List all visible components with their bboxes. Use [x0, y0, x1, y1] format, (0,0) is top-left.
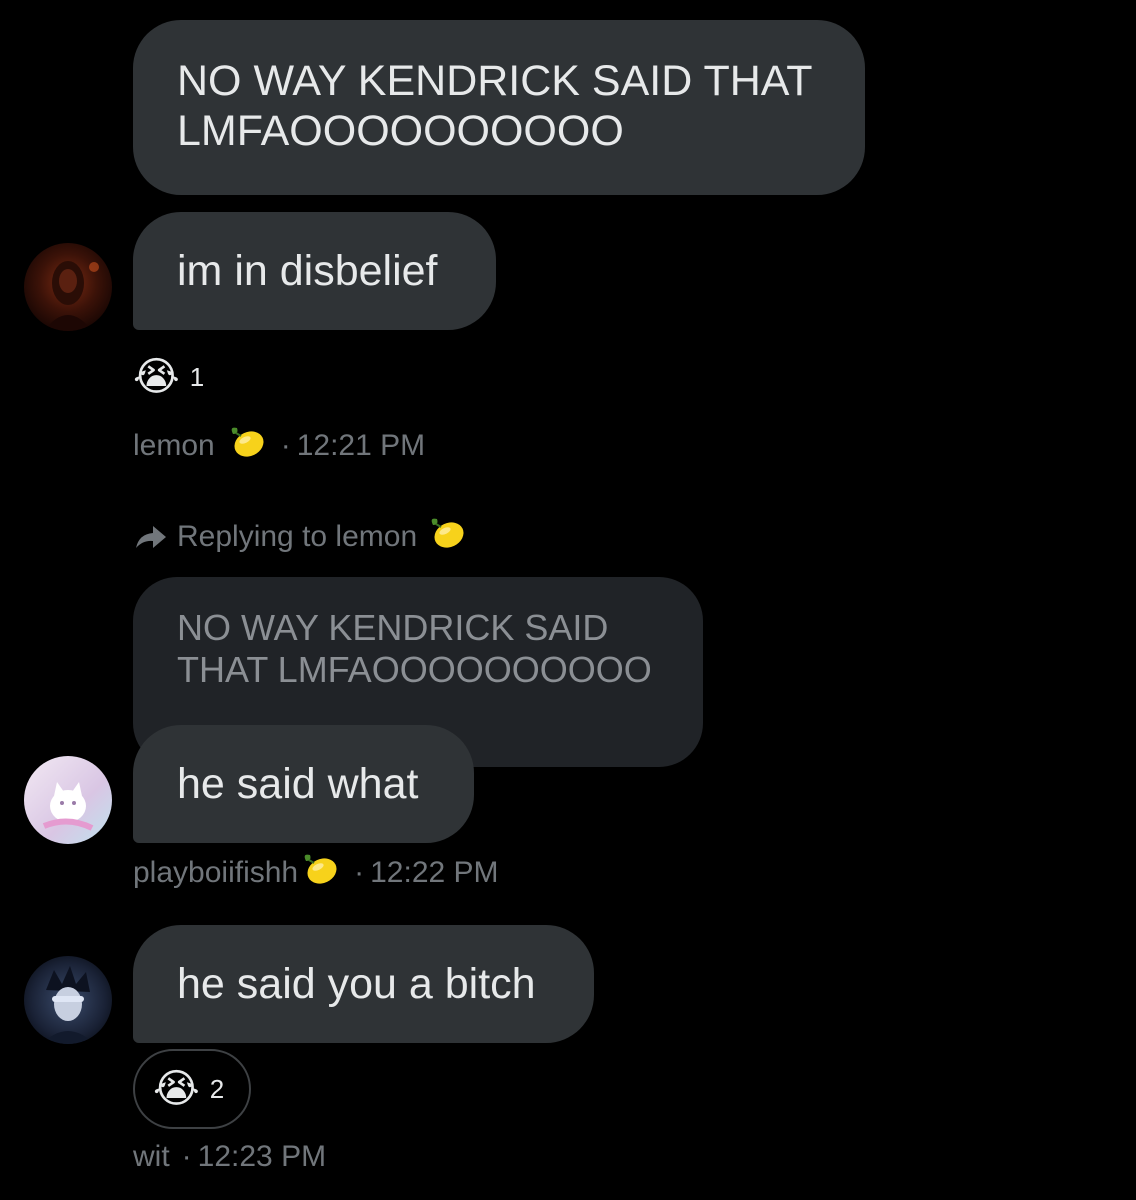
reaction-count: 2 [209, 1073, 225, 1104]
reply-arrow-icon [133, 522, 169, 552]
timestamp: 12:23 PM [197, 1140, 327, 1173]
separator-dot: · [181, 1140, 192, 1173]
message-text: NO WAY KENDRICK SAID THAT LMFAOOOOOOOOOO [177, 57, 813, 155]
message-meta-3: playboiifishh · 12:22 PM [133, 853, 499, 893]
reaction-pill-2[interactable]: 😭 2 [133, 1049, 251, 1129]
avatar-wit[interactable] [24, 956, 112, 1044]
message-bubble-2[interactable]: im in disbelief [133, 212, 496, 330]
lemon-icon [300, 849, 340, 897]
sender-name[interactable]: playboiifishh [133, 856, 298, 890]
message-meta-2: lemon · 12:21 PM [133, 426, 425, 466]
lemon-icon [227, 422, 267, 470]
avatar-image [24, 956, 112, 1044]
separator-dot: · [280, 429, 291, 462]
reaction-pill-1[interactable]: 😭 1 [133, 353, 204, 401]
message-meta-4: wit · 12:23 PM [133, 1137, 326, 1177]
message-bubble-4[interactable]: he said you a bitch [133, 925, 594, 1043]
loudly-crying-face-icon: 😭 [133, 355, 180, 399]
message-bubble-1[interactable]: NO WAY KENDRICK SAID THAT LMFAOOOOOOOOOO [133, 20, 865, 195]
sender-name[interactable]: lemon [133, 429, 215, 463]
message-text: im in disbelief [177, 247, 438, 295]
separator-dot: · [354, 856, 365, 889]
avatar-image [24, 756, 112, 844]
reply-label: Replying to lemon [177, 520, 418, 553]
message-text: he said you a bitch [177, 960, 536, 1008]
reply-context[interactable]: Replying to lemon [133, 515, 467, 559]
message-bubble-3[interactable]: he said what [133, 725, 474, 843]
timestamp: 12:21 PM [296, 429, 426, 462]
avatar-playboiifishh[interactable] [24, 756, 112, 844]
message-text: he said what [177, 760, 419, 808]
quoted-text: NO WAY KENDRICK SAID THAT LMFAOOOOOOOOOO [177, 607, 652, 690]
avatar-image [24, 243, 112, 331]
loudly-crying-face-icon: 😭 [153, 1067, 200, 1111]
avatar-lemon[interactable] [24, 243, 112, 331]
reaction-count: 1 [189, 361, 205, 392]
timestamp: 12:22 PM [370, 856, 499, 889]
sender-name[interactable]: wit [133, 1140, 170, 1174]
lemon-icon [427, 513, 467, 561]
